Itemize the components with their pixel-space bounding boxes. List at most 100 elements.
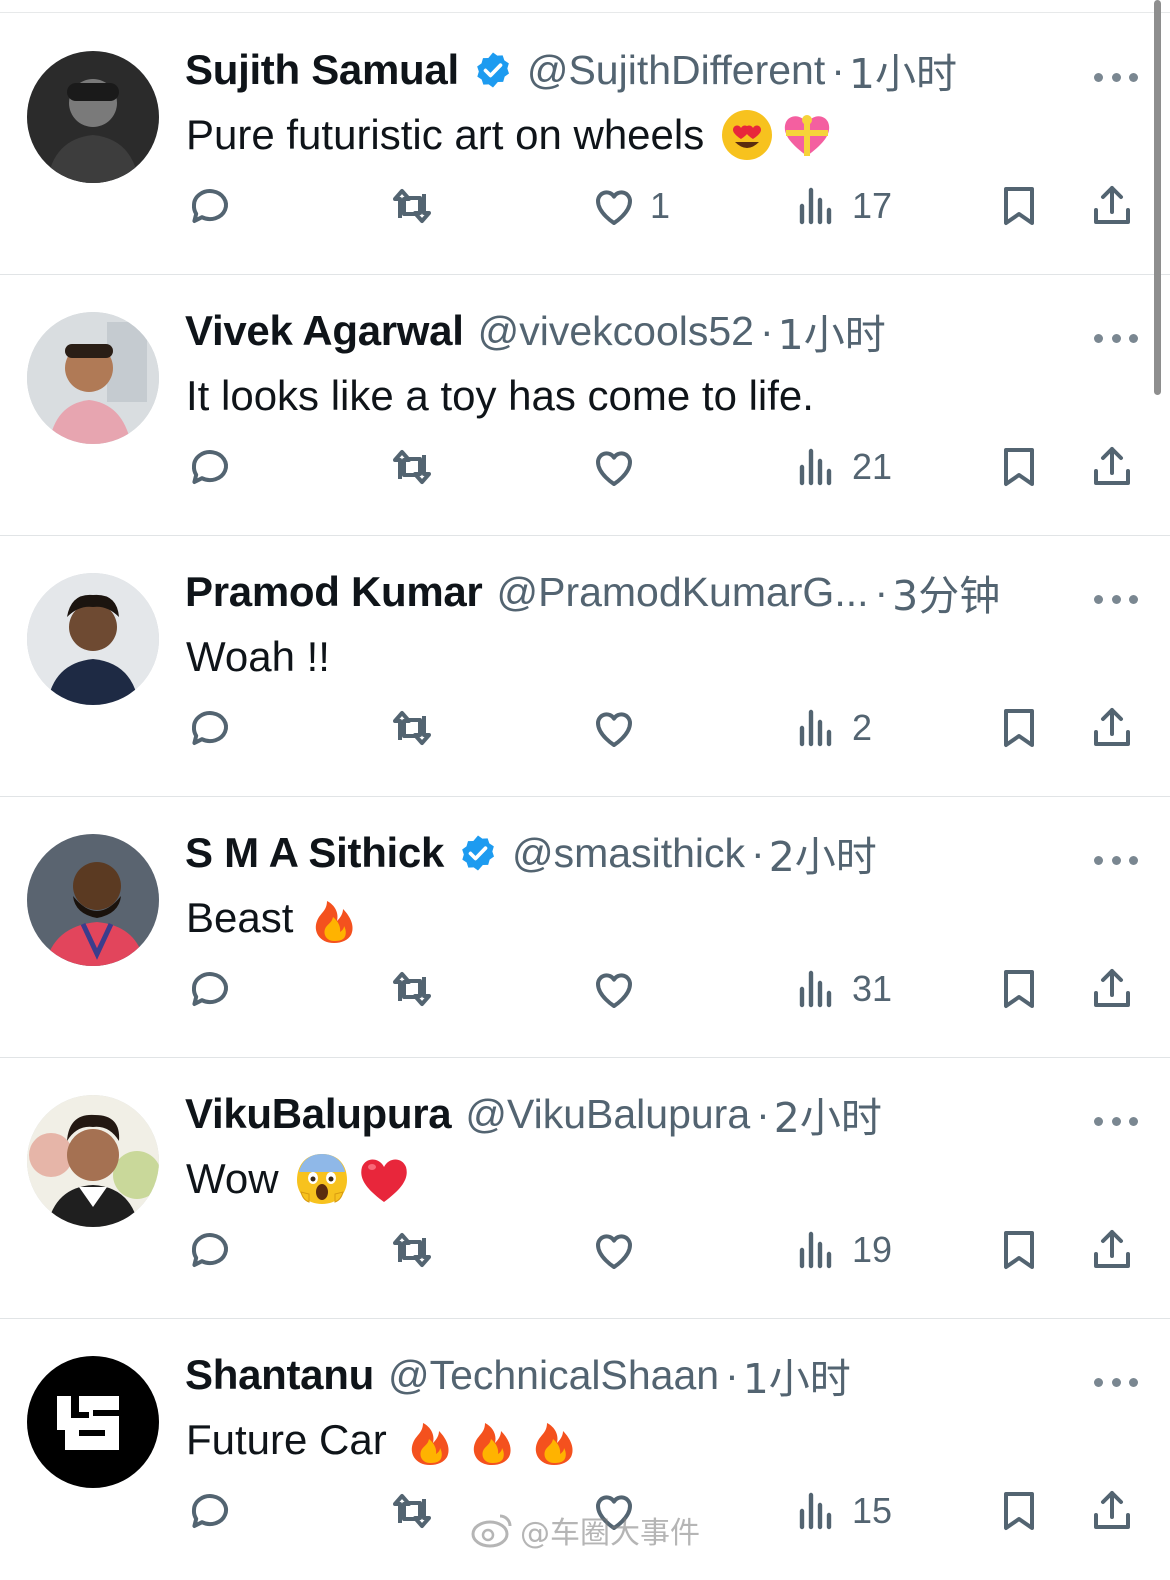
avatar[interactable] (27, 1356, 159, 1488)
retweet-icon (393, 1233, 431, 1267)
share-button[interactable] (1088, 437, 1136, 497)
retweet-button[interactable] (388, 176, 436, 236)
timestamp[interactable]: 1小时 (778, 303, 886, 359)
author-handle[interactable]: @vivekcools52 (478, 308, 754, 355)
action-bar: 21 (0, 437, 1170, 497)
watermark-text: @车圈大事件 (520, 1516, 700, 1551)
avatar[interactable] (27, 1095, 159, 1227)
more-icon[interactable] (1094, 331, 1138, 345)
retweet-button[interactable] (388, 698, 436, 758)
reply-icon (191, 972, 228, 1006)
share-button[interactable] (1088, 698, 1136, 758)
separator-dot: · (725, 1351, 739, 1398)
reply-button[interactable] (186, 959, 234, 1019)
heart-eyes-emoji (720, 108, 774, 162)
tweet-header: S M A Sithick @smasithick · 2小时 (185, 825, 1090, 881)
tweet-header: Sujith Samual @SujithDifferent · 1小时 (185, 42, 1090, 98)
views-button[interactable]: 2 (792, 698, 872, 758)
share-button[interactable] (1088, 1481, 1136, 1541)
fire-emoji (403, 1413, 457, 1467)
reply-button[interactable] (186, 176, 234, 236)
reply-button[interactable] (186, 437, 234, 497)
action-bar: 1 17 (0, 176, 1170, 236)
separator-dot: · (751, 829, 765, 876)
views-button[interactable]: 17 (792, 176, 892, 236)
views-button[interactable]: 15 (792, 1481, 892, 1541)
retweet-button[interactable] (388, 1220, 436, 1280)
bookmark-icon (1004, 1231, 1034, 1269)
retweet-icon (393, 972, 431, 1006)
tweet-card[interactable]: VikuBalupura @VikuBalupura · 2小时 Wow 19 (0, 1058, 1170, 1319)
like-button[interactable] (590, 1220, 650, 1280)
more-icon[interactable] (1094, 70, 1138, 84)
tweet-card[interactable]: Sujith Samual @SujithDifferent · 1小时 Pur… (0, 14, 1170, 275)
like-button[interactable] (590, 437, 650, 497)
tweet-text-content: Beast (186, 894, 294, 941)
more-icon[interactable] (1094, 592, 1138, 606)
like-count: 1 (650, 185, 671, 226)
bookmark-button[interactable] (995, 1220, 1043, 1280)
bookmark-icon (1004, 970, 1034, 1008)
tweet-text: Beast (186, 887, 361, 949)
more-icon[interactable] (1094, 853, 1138, 867)
red-heart-emoji (357, 1152, 411, 1206)
timestamp[interactable]: 2小时 (769, 825, 877, 881)
more-icon[interactable] (1094, 1375, 1138, 1389)
view-count: 2 (852, 707, 873, 748)
bookmark-button[interactable] (995, 698, 1043, 758)
author-handle[interactable]: @TechnicalShaan (388, 1352, 719, 1399)
bookmark-button[interactable] (995, 176, 1043, 236)
tweet-card[interactable]: Vivek Agarwal @vivekcools52 · 1小时 It loo… (0, 275, 1170, 536)
timestamp[interactable]: 2小时 (774, 1086, 882, 1142)
share-button[interactable] (1088, 176, 1136, 236)
share-button[interactable] (1088, 959, 1136, 1019)
views-button[interactable]: 19 (792, 1220, 892, 1280)
bookmark-button[interactable] (995, 437, 1043, 497)
author-name[interactable]: S M A Sithick (185, 829, 444, 877)
timestamp[interactable]: 3分钟 (892, 564, 1000, 620)
author-handle[interactable]: @PramodKumarG... (496, 569, 868, 616)
reply-button[interactable] (186, 1220, 234, 1280)
timestamp[interactable]: 1小时 (849, 42, 957, 98)
author-handle[interactable]: @SujithDifferent (527, 47, 825, 94)
separator-dot: · (874, 568, 889, 615)
action-bar: 31 (0, 959, 1170, 1019)
heart-icon (595, 451, 633, 486)
bookmark-button[interactable] (995, 1481, 1043, 1541)
view-count: 19 (852, 1229, 893, 1270)
like-button[interactable]: 1 (590, 176, 670, 236)
bookmark-button[interactable] (995, 959, 1043, 1019)
author-handle[interactable]: @smasithick (512, 830, 745, 877)
more-icon[interactable] (1094, 1114, 1138, 1128)
reply-icon (191, 1494, 228, 1528)
timestamp[interactable]: 1小时 (743, 1347, 851, 1403)
author-name[interactable]: Sujith Samual (185, 46, 459, 94)
like-button[interactable] (590, 959, 650, 1019)
views-button[interactable]: 31 (792, 959, 892, 1019)
tweet-text: It looks like a toy has come to life. (186, 365, 814, 427)
author-name[interactable]: Shantanu (185, 1351, 374, 1399)
tweet-card[interactable]: S M A Sithick @smasithick · 2小时 Beast 31 (0, 797, 1170, 1058)
share-icon (1094, 708, 1130, 746)
avatar[interactable] (27, 51, 159, 183)
views-button[interactable]: 21 (792, 437, 892, 497)
retweet-button[interactable] (388, 1481, 436, 1541)
avatar[interactable] (27, 573, 159, 705)
author-name[interactable]: VikuBalupura (185, 1090, 452, 1138)
avatar[interactable] (27, 312, 159, 444)
retweet-button[interactable] (388, 959, 436, 1019)
scrollbar[interactable] (1154, 0, 1161, 395)
tweet-header: Shantanu @TechnicalShaan · 1小时 (185, 1347, 1090, 1403)
avatar[interactable] (27, 834, 159, 966)
reply-button[interactable] (186, 1481, 234, 1541)
reply-button[interactable] (186, 698, 234, 758)
tweet-header: Pramod Kumar @PramodKumarG... · 3分钟 (185, 564, 1090, 620)
like-button[interactable] (590, 698, 650, 758)
author-handle[interactable]: @VikuBalupura (465, 1091, 750, 1138)
tweet-card[interactable]: Pramod Kumar @PramodKumarG... · 3分钟 Woah… (0, 536, 1170, 797)
share-button[interactable] (1088, 1220, 1136, 1280)
author-name[interactable]: Pramod Kumar (185, 568, 483, 616)
tweet-text-content: Future Car (186, 1416, 387, 1463)
retweet-button[interactable] (388, 437, 436, 497)
author-name[interactable]: Vivek Agarwal (185, 307, 464, 355)
